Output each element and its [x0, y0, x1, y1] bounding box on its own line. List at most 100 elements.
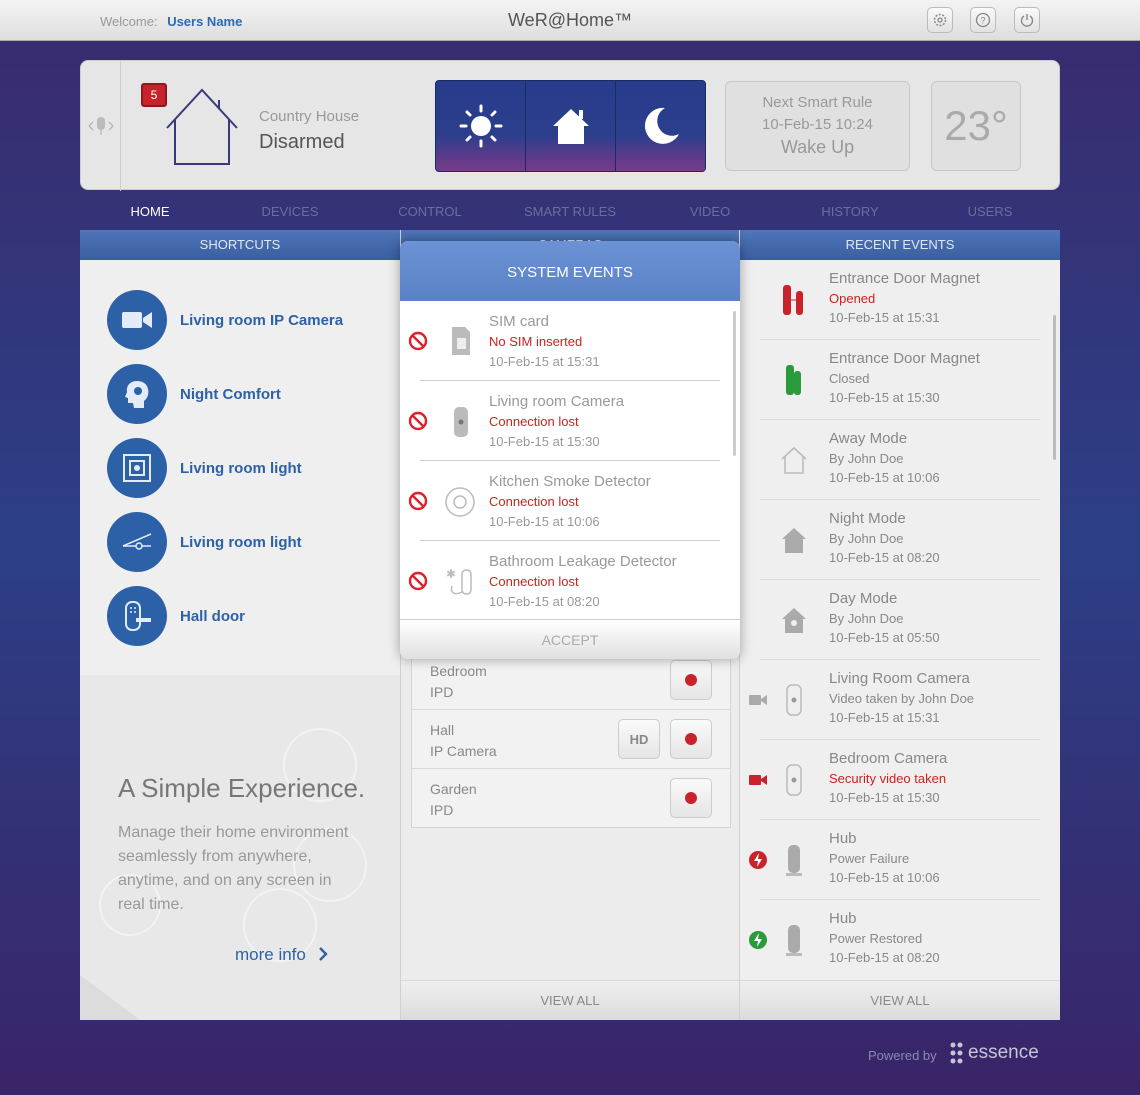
event-item[interactable]: Away Mode By John Doe 10-Feb-15 at 10:06	[760, 420, 1040, 500]
smoke-detector-icon	[445, 487, 475, 517]
next-smart-rule[interactable]: Next Smart Rule 10-Feb-15 10:24 Wake Up	[725, 81, 910, 171]
record-button[interactable]	[670, 660, 712, 700]
camera-device-icon	[454, 407, 468, 437]
event-time: 10-Feb-15 at 08:20	[829, 550, 940, 565]
system-event-item[interactable]: Living room Camera Connection lost 10-Fe…	[408, 381, 720, 461]
shortcut-label: Night Comfort	[180, 386, 281, 403]
tab-smart-rules[interactable]: SMART RULES	[500, 200, 640, 224]
help-button[interactable]: ?	[970, 7, 996, 33]
record-icon	[685, 792, 697, 804]
system-event-item[interactable]: Kitchen Smoke Detector Connection lost 1…	[408, 461, 720, 541]
event-time: 10-Feb-15 at 10:06	[829, 870, 940, 885]
hd-button[interactable]: HD	[618, 719, 660, 759]
event-status: Power Restored	[829, 931, 923, 946]
next-rule-time: 10-Feb-15 10:24	[762, 116, 873, 133]
tab-control[interactable]: CONTROL	[360, 200, 500, 224]
home-icon	[552, 109, 589, 144]
svg-text:?: ?	[980, 16, 985, 26]
essence-logo[interactable]: essence	[950, 1042, 1039, 1064]
event-title: Kitchen Smoke Detector	[489, 473, 651, 490]
event-time: 10-Feb-15 at 10:06	[489, 514, 600, 529]
accept-button[interactable]: ACCEPT	[400, 619, 740, 659]
event-time: 10-Feb-15 at 15:30	[829, 390, 940, 405]
power-button[interactable]	[1014, 7, 1040, 33]
night-mode-icon	[782, 528, 806, 553]
event-status: Video taken by John Doe	[829, 691, 975, 706]
power-icon	[1020, 14, 1034, 27]
powered-by: Powered by	[868, 1048, 937, 1063]
night-mode-button[interactable]	[616, 81, 705, 171]
event-status: Power Failure	[829, 851, 910, 866]
event-item[interactable]: Bedroom Camera Security video taken 10-F…	[749, 740, 1040, 820]
essence-logo-text: essence	[968, 1042, 1039, 1063]
shortcut-item[interactable]: Living room IP Camera	[80, 290, 400, 364]
camera-row[interactable]: Hall IP Camera HD	[412, 710, 730, 769]
shortcut-item[interactable]: Living room light	[80, 438, 400, 512]
system-event-item[interactable]: ✱ Bathroom Leakage Detector Connection l…	[408, 541, 720, 621]
tab-history[interactable]: HISTORY	[780, 200, 920, 224]
tab-devices[interactable]: DEVICES	[220, 200, 360, 224]
house-icon	[166, 88, 238, 165]
event-item[interactable]: Night Mode By John Doe 10-Feb-15 at 08:2…	[760, 500, 1040, 580]
dialog-scrollbar[interactable]	[733, 311, 736, 456]
voice-button[interactable]	[81, 61, 121, 191]
error-icon	[408, 571, 428, 591]
event-status: By John Doe	[829, 451, 904, 466]
promo-title: A Simple Experience.	[118, 773, 366, 803]
event-status: By John Doe	[829, 611, 904, 626]
event-status: Connection lost	[489, 414, 579, 429]
tab-users[interactable]: USERS	[920, 200, 1060, 224]
event-item[interactable]: Entrance Door Magnet Closed 10-Feb-15 at…	[760, 340, 1040, 420]
shortcuts-title: SHORTCUTS	[80, 230, 400, 260]
event-item[interactable]: Hub Power Restored 10-Feb-15 at 08:20	[749, 900, 1040, 980]
shortcut-item[interactable]: Hall door	[80, 586, 400, 660]
event-item[interactable]: Entrance Door Magnet Opened 10-Feb-15 at…	[760, 260, 1040, 340]
camera-name: Hall	[430, 722, 455, 738]
event-title: Living Room Camera	[829, 670, 970, 687]
away-mode-icon	[781, 446, 807, 474]
event-item[interactable]: Hub Power Failure 10-Feb-15 at 10:06	[749, 820, 1040, 900]
system-event-item[interactable]: SIM card No SIM inserted 10-Feb-15 at 15…	[408, 301, 720, 381]
event-title: Hub	[829, 910, 857, 927]
door-magnet-closed-icon	[786, 365, 801, 395]
error-icon	[408, 331, 428, 351]
event-item[interactable]: Day Mode By John Doe 10-Feb-15 at 05:50	[760, 580, 1040, 660]
head-icon	[107, 364, 167, 424]
tab-video[interactable]: VIDEO	[640, 200, 780, 224]
settings-button[interactable]	[927, 7, 953, 33]
svg-text:✱: ✱	[446, 567, 456, 581]
recent-events-panel: RECENT EVENTS Entrance Door Magnet Opene…	[740, 230, 1060, 1020]
more-info-link[interactable]: more info	[235, 945, 329, 965]
hub-icon	[786, 925, 802, 956]
home-mode-button[interactable]	[526, 81, 616, 171]
tab-home[interactable]: HOME	[80, 200, 220, 224]
camera-type: IP Camera	[430, 743, 497, 759]
shortcut-item[interactable]: Living room light	[80, 512, 400, 586]
camera-row[interactable]: Bedroom IPD	[412, 651, 730, 710]
cameras-view-all-button[interactable]: VIEW ALL	[401, 980, 739, 1020]
sun-icon	[459, 104, 502, 148]
event-time: 10-Feb-15 at 08:20	[829, 950, 940, 965]
error-icon	[408, 411, 428, 431]
camera-row[interactable]: Garden IPD	[412, 769, 730, 828]
main-nav: HOME DEVICES CONTROL SMART RULES VIDEO H…	[80, 200, 1060, 224]
chevron-right-icon	[318, 947, 328, 961]
event-status: Opened	[829, 291, 876, 306]
video-alert-icon	[749, 775, 767, 785]
shortcut-label: Living room light	[180, 460, 302, 477]
promo-text: Manage their home environment seamlessly…	[118, 824, 349, 913]
hub-icon	[786, 845, 802, 876]
event-title: Day Mode	[829, 590, 898, 607]
settings-icon	[933, 13, 947, 27]
event-title: Away Mode	[829, 430, 908, 447]
record-button[interactable]	[670, 719, 712, 759]
event-time: 10-Feb-15 at 15:30	[489, 434, 600, 449]
shortcut-item[interactable]: Night Comfort	[80, 364, 400, 438]
events-scrollbar[interactable]	[1053, 315, 1056, 460]
event-item[interactable]: Living Room Camera Video taken by John D…	[749, 660, 1040, 740]
event-title: Bedroom Camera	[829, 750, 948, 767]
events-view-all-button[interactable]: VIEW ALL	[740, 980, 1060, 1020]
door-magnet-open-icon	[783, 285, 803, 315]
day-mode-button[interactable]	[436, 81, 526, 171]
record-button[interactable]	[670, 778, 712, 818]
